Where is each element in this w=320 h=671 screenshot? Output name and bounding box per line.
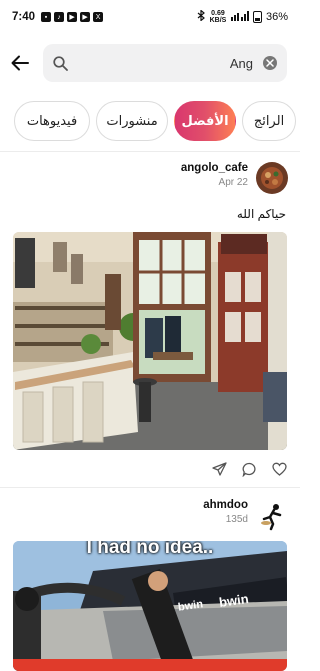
signal-icon [230,10,249,24]
video-overlay-text: I had no idea.. [86,541,214,558]
network-speed: 0.69 KB/S [209,10,227,24]
youtube-icon: ▶ [67,12,78,22]
search-box[interactable] [43,44,287,82]
post-date: 135d [225,514,248,525]
avatar[interactable] [256,499,288,531]
post-actions [212,462,288,478]
bluetooth-icon [197,9,205,24]
tab-posts[interactable]: منشورات [96,101,168,141]
search-filter-tabs: الرائج الأفضل منشورات فيديوهات [0,99,300,143]
close-icon [266,59,274,67]
tab-label: الأفضل [181,113,229,128]
status-indicators: 0.69 KB/S 36% [197,9,288,24]
post-username[interactable]: angolo_cafe [181,162,248,174]
search-icon [53,55,68,71]
post-header[interactable]: angolo_cafe Apr 22 [181,162,288,194]
youtube-icon-2: ▶ [80,12,91,22]
comment-icon[interactable] [242,462,258,478]
post-header[interactable]: ahmdoo 135d [203,499,288,531]
divider [0,487,300,488]
x-icon: X [93,12,104,22]
tab-trending[interactable]: الرائج [242,101,296,141]
tab-label: فيديوهات [26,113,78,128]
divider [0,151,300,152]
tab-label: منشورات [106,113,158,128]
post-meta: ahmdoo 135d [203,499,248,525]
arrow-left-icon [11,55,29,71]
post-meta: angolo_cafe Apr 22 [181,162,248,188]
tab-top[interactable]: الأفضل [174,101,236,141]
search-row [0,42,300,84]
like-icon[interactable] [272,462,288,478]
post-caption: حياكم الله [236,207,286,221]
tab-label: الرائج [253,113,285,128]
battery-percent: 36% [265,11,288,23]
share-icon[interactable] [212,462,228,478]
post-date: Apr 22 [218,177,248,188]
messages-icon: ▪ [41,12,52,22]
status-time: 7:40 [12,11,36,23]
avatar[interactable] [256,162,288,194]
post-image[interactable]: I had no idea.. bwin bwin [13,541,287,671]
tab-videos[interactable]: فيديوهات [14,101,90,141]
clear-search-button[interactable] [263,56,277,70]
post-username[interactable]: ahmdoo [203,499,248,511]
post-image[interactable] [13,232,287,450]
tiktok-icon: ♪ [54,12,65,22]
battery-icon [252,11,262,23]
back-button[interactable] [0,42,40,84]
search-input[interactable] [68,55,263,71]
status-bar: 7:40 ▪ ♪ ▶ ▶ X 0.69 KB/S 36% [0,0,300,34]
